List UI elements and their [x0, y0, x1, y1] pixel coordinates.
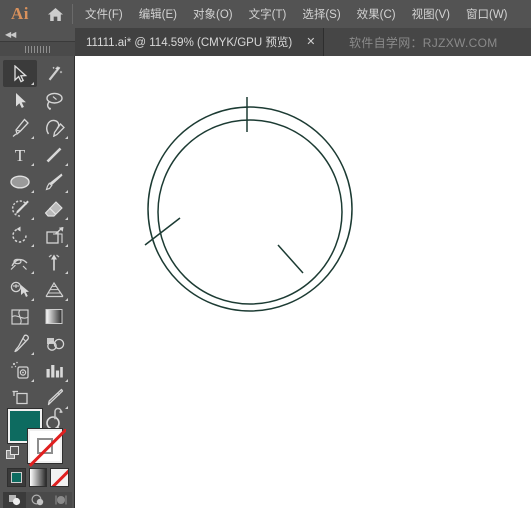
- close-icon[interactable]: ✕: [306, 36, 315, 48]
- tool-column-graph[interactable]: [37, 357, 71, 384]
- home-icon[interactable]: [40, 0, 70, 28]
- tool-gradient[interactable]: [37, 303, 71, 330]
- tool-shape-builder[interactable]: [3, 276, 37, 303]
- tool-corner-indicator: [31, 136, 34, 139]
- tool-free-transform[interactable]: [37, 249, 71, 276]
- tool-pen[interactable]: [3, 114, 37, 141]
- tool-selection[interactable]: [3, 60, 37, 87]
- menu-edit[interactable]: 编辑(E): [131, 3, 185, 25]
- menu-bar: Ai 文件(F) 编辑(E) 对象(O) 文字(T) 选择(S) 效果(C) 视…: [0, 0, 531, 28]
- fill-mode-gradient[interactable]: [28, 468, 48, 487]
- tool-corner-indicator: [31, 271, 34, 274]
- tool-curvature[interactable]: [37, 114, 71, 141]
- stroke-inner-square: [37, 438, 53, 454]
- tool-ellipse[interactable]: [3, 168, 37, 195]
- draw-mode-normal[interactable]: [3, 492, 26, 508]
- draw-mode-behind[interactable]: [26, 492, 49, 508]
- tool-corner-indicator: [31, 352, 34, 355]
- tool-direct-selection[interactable]: [3, 87, 37, 114]
- panel-collapse-button[interactable]: ◀◀: [0, 28, 75, 42]
- tool-corner-indicator: [31, 217, 34, 220]
- svg-text:T: T: [15, 146, 26, 164]
- ai-logo: Ai: [11, 4, 29, 23]
- tool-corner-indicator: [65, 271, 68, 274]
- tool-corner-indicator: [65, 298, 68, 301]
- illustrator-window: Ai 文件(F) 编辑(E) 对象(O) 文字(T) 选择(S) 效果(C) 视…: [0, 0, 531, 508]
- tool-symbol-sprayer[interactable]: [3, 357, 37, 384]
- tool-eyedropper[interactable]: [3, 330, 37, 357]
- tool-corner-indicator: [31, 379, 34, 382]
- tool-lasso[interactable]: [37, 87, 71, 114]
- tools-panel: T: [0, 56, 75, 508]
- tool-corner-indicator: [65, 163, 68, 166]
- draw-mode-inside[interactable]: [49, 492, 72, 508]
- menu-type[interactable]: 文字(T): [241, 3, 295, 25]
- tool-line-segment[interactable]: [37, 141, 71, 168]
- tool-corner-indicator: [65, 190, 68, 193]
- tool-perspective-grid[interactable]: [37, 276, 71, 303]
- toolbar-drag-handle[interactable]: [0, 42, 75, 56]
- swap-fill-stroke-icon[interactable]: [52, 407, 68, 421]
- double-chevron-left-icon: ◀◀: [5, 29, 16, 39]
- artboard-canvas[interactable]: [75, 56, 531, 508]
- menu-view[interactable]: 视图(V): [404, 3, 458, 25]
- tool-corner-indicator: [65, 244, 68, 247]
- tool-paintbrush[interactable]: [37, 168, 71, 195]
- tool-corner-indicator: [31, 82, 34, 85]
- fill-mode-none[interactable]: [50, 468, 70, 487]
- tool-eraser[interactable]: [37, 195, 71, 222]
- tool-corner-indicator: [65, 217, 68, 220]
- menu-select[interactable]: 选择(S): [294, 3, 348, 25]
- tab-bar: ◀◀ 11111.ai* @ 114.59% (CMYK/GPU 预览) ✕ 软…: [0, 28, 531, 56]
- menu-item-list: 文件(F) 编辑(E) 对象(O) 文字(T) 选择(S) 效果(C) 视图(V…: [77, 3, 516, 25]
- watermark-text: 软件自学网：RJZXW.COM: [349, 35, 498, 50]
- document-tab[interactable]: 11111.ai* @ 114.59% (CMYK/GPU 预览) ✕: [75, 28, 325, 56]
- tool-corner-indicator: [65, 379, 68, 382]
- tool-magic-wand[interactable]: [37, 60, 71, 87]
- fill-mode-color[interactable]: [7, 468, 26, 487]
- menu-divider: [72, 4, 73, 24]
- tool-grid: T: [0, 56, 74, 438]
- artwork-two-concentric-circles-with-tick-marks: [144, 97, 353, 312]
- document-tab-title: 11111.ai* @ 114.59% (CMYK/GPU 预览): [86, 37, 293, 49]
- menu-effect[interactable]: 效果(C): [349, 3, 404, 25]
- tool-shaper[interactable]: [3, 195, 37, 222]
- grip-dots-icon: [24, 45, 51, 53]
- tool-corner-indicator: [31, 163, 34, 166]
- color-swatch-area: [0, 404, 75, 508]
- tool-blend[interactable]: [37, 330, 71, 357]
- menu-object[interactable]: 对象(O): [185, 3, 241, 25]
- inner-circle: [157, 119, 343, 305]
- tool-corner-indicator: [31, 244, 34, 247]
- outer-circle: [147, 106, 353, 312]
- stroke-color-swatch[interactable]: [27, 428, 66, 467]
- tool-corner-indicator: [31, 298, 34, 301]
- tool-type[interactable]: T: [3, 141, 37, 168]
- tool-corner-indicator: [31, 190, 34, 193]
- tool-mesh[interactable]: [3, 303, 37, 330]
- tool-scale[interactable]: [37, 222, 71, 249]
- tick-lower-right: [277, 244, 304, 274]
- menu-file[interactable]: 文件(F): [77, 3, 131, 25]
- tool-corner-indicator: [65, 136, 68, 139]
- menu-window[interactable]: 窗口(W): [458, 3, 516, 25]
- tool-rotate[interactable]: [3, 222, 37, 249]
- draw-mode-buttons: [3, 492, 72, 508]
- tool-width[interactable]: [3, 249, 37, 276]
- default-fill-stroke-icon[interactable]: [6, 446, 20, 460]
- fill-mode-buttons: [7, 468, 70, 488]
